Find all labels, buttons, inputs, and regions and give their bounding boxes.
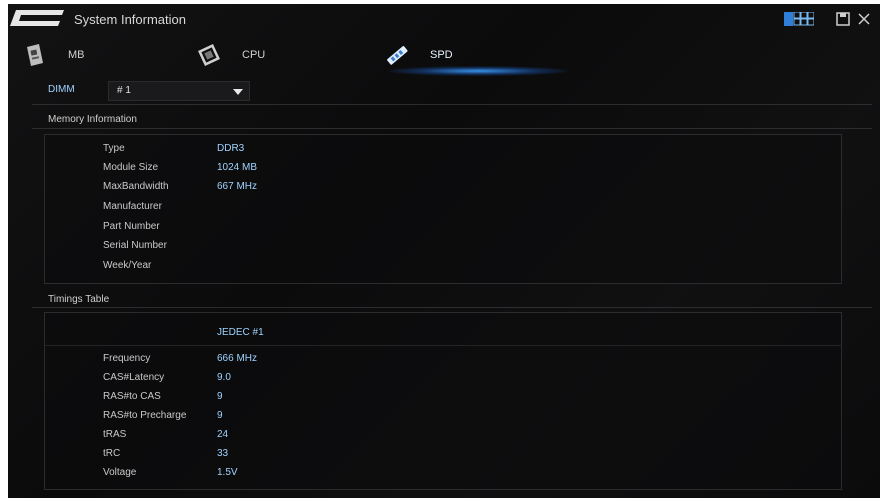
close-icon[interactable] [858, 12, 870, 26]
title-bar: System Information [8, 4, 880, 34]
timing-row-value: 666 MHz [217, 353, 258, 364]
timing-row-value: 24 [217, 429, 229, 440]
save-icon[interactable] [836, 12, 850, 26]
timings-table-title: Timings Table [48, 294, 110, 305]
dimm-dropdown[interactable]: # 1 [108, 81, 250, 101]
timings-table-panel: JEDEC #1 Frequency 666 MHz CAS#Latency 9… [44, 312, 842, 490]
timings-column-header: JEDEC #1 [217, 327, 417, 343]
timing-row-key: tRC [103, 448, 121, 459]
memory-row-week-year: Week/Year [103, 260, 803, 276]
divider [32, 307, 872, 308]
timing-row-key: Frequency [103, 353, 151, 364]
timing-row-key: Voltage [103, 467, 137, 478]
memory-row-key: Week/Year [103, 260, 152, 271]
grid-icon[interactable] [784, 11, 815, 26]
memory-row-value: 1024 MB [217, 162, 258, 173]
timing-row-value: 9 [217, 410, 223, 421]
dimm-label: DIMM [48, 84, 75, 95]
dimm-selected-value: # 1 [117, 85, 131, 96]
timing-row-key: RAS#to CAS [103, 391, 161, 402]
tab-mb[interactable]: MB [22, 34, 172, 76]
divider [32, 128, 872, 129]
asus-logo [10, 8, 66, 28]
memory-row-key: Module Size [103, 162, 159, 173]
timing-row-value: 9.0 [217, 372, 231, 383]
timing-row-cas-latency: CAS#Latency 9.0 [103, 372, 803, 388]
system-information-window: System Information MB CPU SPD DIMM # 1 M… [8, 4, 880, 498]
timing-row-trc: tRC 33 [103, 448, 803, 464]
timing-row-ras-to-cas: RAS#to CAS 9 [103, 391, 803, 407]
memory-row-module-size: Module Size 1024 MB [103, 162, 803, 178]
selected-tab-indicator [388, 66, 568, 76]
divider [32, 104, 872, 105]
motherboard-icon [22, 42, 48, 68]
tab-cpu-label: CPU [242, 49, 266, 61]
memory-row-key: Manufacturer [103, 201, 162, 212]
memory-row-type: Type DDR3 [103, 143, 803, 159]
dimm-selector-row: DIMM # 1 [32, 80, 872, 102]
memory-row-serial-number: Serial Number [103, 240, 803, 256]
tab-cpu[interactable]: CPU [196, 34, 346, 76]
memory-row-manufacturer: Manufacturer [103, 201, 803, 217]
memory-row-value: 667 MHz [217, 181, 258, 192]
timing-row-key: tRAS [103, 429, 127, 440]
memory-row-key: Serial Number [103, 240, 167, 251]
tab-spd-label: SPD [430, 49, 453, 61]
timing-row-frequency: Frequency 666 MHz [103, 353, 803, 369]
asus-logo-icon [10, 10, 64, 26]
tab-mb-label: MB [68, 49, 85, 61]
memory-information-panel: Type DDR3 Module Size 1024 MB MaxBandwid… [44, 134, 842, 284]
window-title: System Information [74, 12, 186, 27]
memory-stick-icon [384, 42, 410, 68]
timing-row-value: 9 [217, 391, 223, 402]
memory-row-key: MaxBandwidth [103, 181, 169, 192]
memory-information-title: Memory Information [48, 114, 137, 125]
jedec-column-header: JEDEC #1 [217, 327, 264, 338]
timing-row-voltage: Voltage 1.5V [103, 467, 803, 483]
chevron-down-icon [233, 89, 243, 95]
divider [45, 345, 841, 346]
memory-row-value: DDR3 [217, 143, 245, 154]
memory-row-part-number: Part Number [103, 221, 803, 237]
timing-row-value: 33 [217, 448, 229, 459]
timing-row-tras: tRAS 24 [103, 429, 803, 445]
timing-row-key: CAS#Latency [103, 372, 165, 383]
timing-row-value: 1.5V [217, 467, 238, 478]
memory-row-key: Type [103, 143, 125, 154]
memory-row-key: Part Number [103, 221, 160, 232]
timing-row-ras-to-precharge: RAS#to Precharge 9 [103, 410, 803, 426]
memory-row-max-bandwidth: MaxBandwidth 667 MHz [103, 181, 803, 197]
cpu-chip-icon [196, 42, 222, 68]
timing-row-key: RAS#to Precharge [103, 410, 187, 421]
